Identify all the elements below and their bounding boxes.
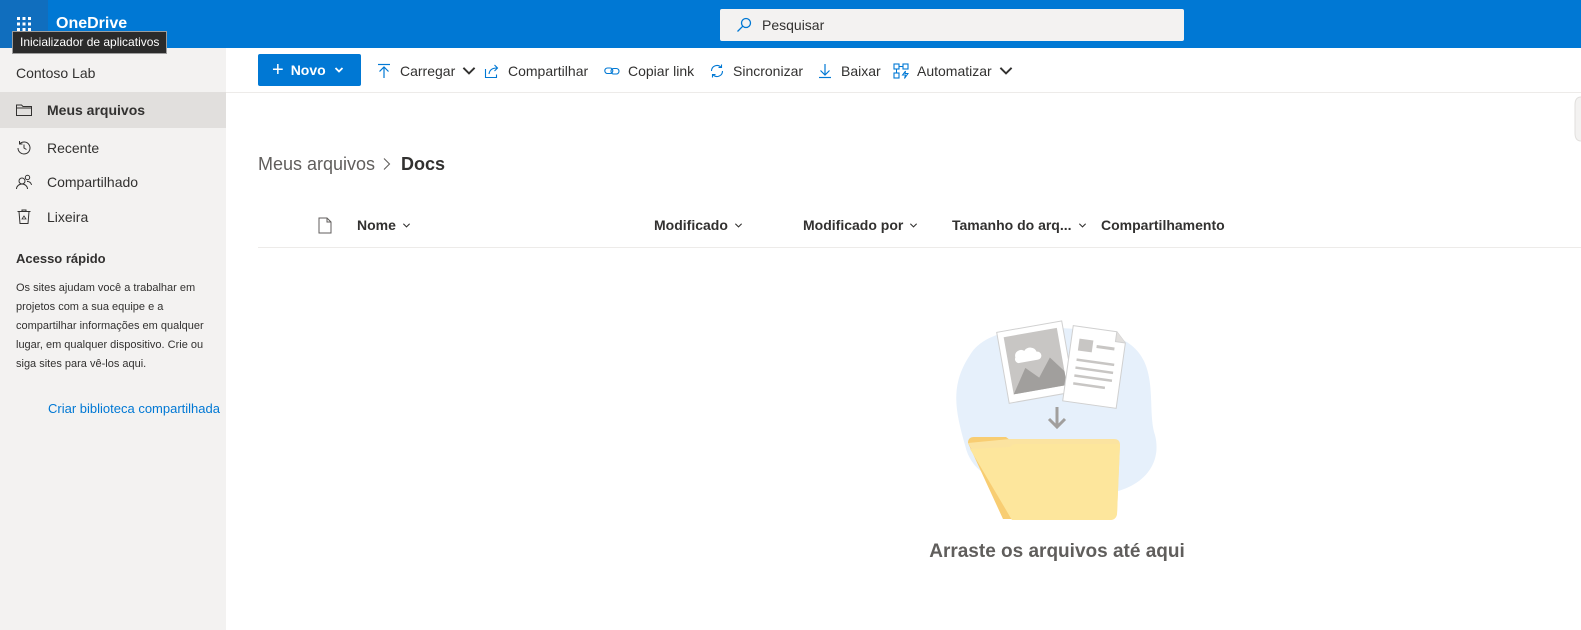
top-bar: OneDrive Pesquisar [0,0,1581,48]
column-header-label: Nome [357,217,396,233]
sidebar-item-shared[interactable]: Compartilhado [0,164,226,200]
upload-folder-illustration [956,320,1157,520]
sync-label: Sincronizar [733,63,804,79]
search-placeholder: Pesquisar [762,17,825,33]
column-header-label: Modificado [654,217,728,233]
new-button[interactable]: + Novo [258,54,361,86]
chevron-down-icon [1078,222,1086,228]
chevron-down-icon [402,222,410,228]
automate-label: Automatizar [917,63,992,79]
sidebar-item-label: Lixeira [47,209,89,225]
column-header-name[interactable]: Nome [357,217,411,233]
search-icon [737,17,752,32]
chevron-down-icon [734,222,742,228]
plus-icon: + [272,59,284,81]
copy-link-label: Copiar link [628,63,695,79]
copy-link-button[interactable]: Copiar link [604,60,694,82]
upload-icon [378,63,390,78]
command-bar: + Novo Carregar Compartilhar Copiar link… [226,48,1581,93]
sidebar-item-recycle-bin[interactable]: Lixeira [0,199,226,235]
sidebar-item-label: Meus arquivos [47,102,146,118]
people-icon [14,172,34,192]
breadcrumb-root[interactable]: Meus arquivos [258,154,375,175]
chevron-down-icon [910,222,918,228]
link-icon [604,67,620,75]
column-header-modified[interactable]: Modificado [654,217,743,233]
app-launcher-tooltip: Inicializador de aplicativos [12,31,168,54]
download-label: Baixar [841,63,881,79]
column-header-sharing[interactable]: Compartilhamento [1101,217,1225,233]
right-panel-edge [1574,96,1581,142]
waffle-grid-icon [17,17,31,31]
column-header-modified-by[interactable]: Modificado por [803,217,918,233]
chevron-down-icon [999,67,1012,75]
column-header-label: Compartilhamento [1101,217,1225,233]
share-label: Compartilhar [508,63,589,79]
upload-label: Carregar [400,63,456,79]
organization-name: Contoso Lab [16,65,96,81]
folder-icon [14,100,34,120]
sidebar-item-recent[interactable]: Recente [0,130,226,166]
share-icon [484,64,499,79]
create-shared-library-link[interactable]: Criar biblioteca compartilhada [48,401,220,416]
new-button-label: Novo [290,62,326,78]
search-box[interactable]: Pesquisar [720,9,1184,41]
column-header-label: Modificado por [803,217,904,233]
share-button[interactable]: Compartilhar [484,60,588,82]
sync-icon [710,64,724,78]
column-header-file-size[interactable]: Tamanho do arq... [952,217,1087,233]
file-list-header: Nome Modificado Modificado por Tamanho d… [258,203,1581,248]
upload-button[interactable]: Carregar [376,60,485,82]
sidebar-item-label: Recente [47,140,100,156]
column-header-label: Tamanho do arq... [952,217,1072,233]
download-icon [819,64,831,79]
quick-access-description: Os sites ajudam você a trabalhar em proj… [16,282,204,370]
history-icon [14,138,34,158]
file-type-icon[interactable] [318,217,332,234]
breadcrumb-current: Docs [401,154,446,174]
chevron-down-icon [334,67,343,73]
automate-button[interactable]: Automatizar [893,60,1022,82]
download-button[interactable]: Baixar [817,60,881,82]
sidebar-item-label: Compartilhado [47,174,139,190]
chevron-down-icon [462,67,476,75]
sidebar-item-my-files[interactable]: Meus arquivos [0,92,226,128]
chevron-right-icon [383,158,391,170]
recycle-bin-icon [14,207,34,227]
empty-state-message: Arraste os arquivos até aqui [929,541,1185,562]
sync-button[interactable]: Sincronizar [709,60,803,82]
quick-access-title: Acesso rápido [16,251,106,266]
automate-icon [893,63,909,79]
